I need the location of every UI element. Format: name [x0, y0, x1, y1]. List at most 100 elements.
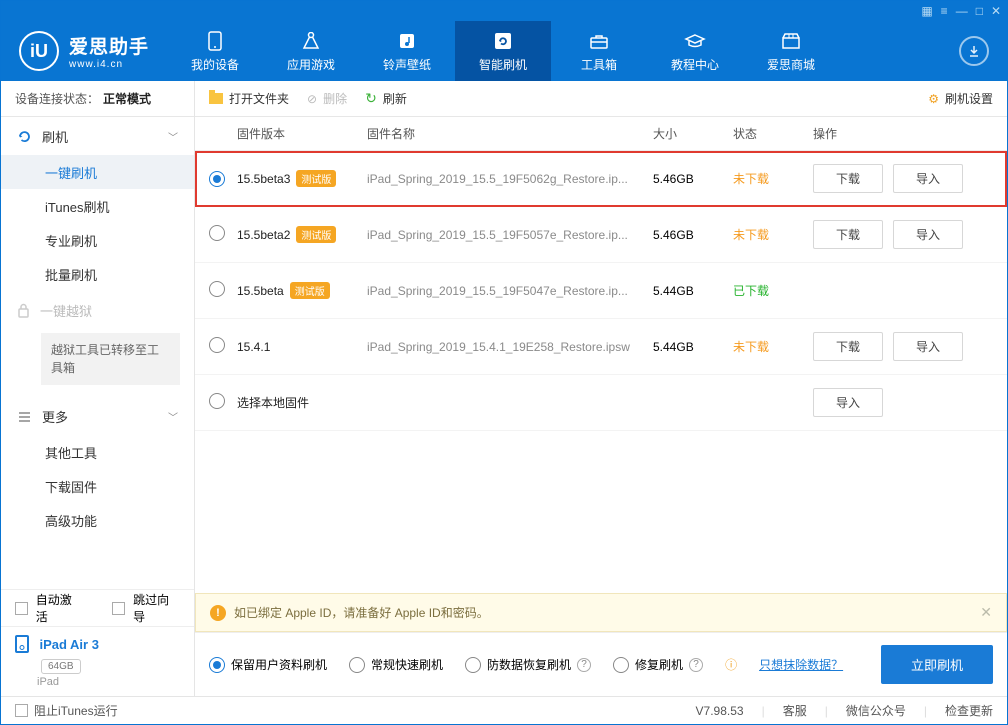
sidebar-item-itunes-flash[interactable]: iTunes刷机 — [1, 189, 194, 223]
apps-icon — [301, 30, 321, 52]
connection-status: 设备连接状态： 正常模式 — [1, 81, 194, 117]
sidebar-item-batch-flash[interactable]: 批量刷机 — [1, 257, 194, 291]
table-row[interactable]: 选择本地固件 导入 — [195, 375, 1007, 431]
firmware-filename: iPad_Spring_2019_15.5_19F5057e_Restore.i… — [367, 228, 653, 242]
sidebar: 设备连接状态： 正常模式 刷机 ﹀ 一键刷机 iTunes刷机 专业刷机 批量刷… — [1, 81, 195, 696]
erase-data-link[interactable]: 只想抹除数据？ — [759, 656, 843, 673]
row-radio[interactable] — [209, 225, 225, 241]
titlebar-menu-icon[interactable]: ≡ — [941, 5, 948, 17]
toolbox-icon — [589, 30, 609, 52]
titlebar-grid-icon[interactable]: ▦ — [921, 5, 932, 17]
row-radio[interactable] — [209, 393, 225, 409]
device-info[interactable]: iPad Air 3 64GB iPad — [1, 626, 194, 696]
radio-icon — [465, 657, 481, 673]
download-button[interactable]: 下载 — [813, 332, 883, 361]
row-radio[interactable] — [209, 171, 225, 187]
sidebar-item-other-tools[interactable]: 其他工具 — [1, 435, 194, 469]
download-button[interactable]: 下载 — [813, 164, 883, 193]
wechat-link[interactable]: 微信公众号 — [846, 702, 906, 719]
sidebar-item-download-firmware[interactable]: 下载固件 — [1, 469, 194, 503]
warning-icon: ! — [210, 605, 226, 621]
flash-settings-button[interactable]: ⚙ 刷机设置 — [928, 90, 993, 107]
radio-icon — [209, 657, 225, 673]
info-icon: ⓘ — [725, 656, 737, 673]
nav-tutorials[interactable]: 教程中心 — [647, 21, 743, 81]
sidebar-item-pro-flash[interactable]: 专业刷机 — [1, 223, 194, 257]
refresh-button[interactable]: ↻ 刷新 — [365, 90, 407, 107]
help-icon[interactable]: ? — [689, 658, 703, 672]
import-button[interactable]: 导入 — [893, 332, 963, 361]
refresh-small-icon — [17, 129, 32, 144]
help-icon[interactable]: ? — [577, 658, 591, 672]
main-nav: 我的设备 应用游戏 铃声壁纸 智能刷机 工具箱 教程中心 爱思商城 — [167, 21, 839, 81]
nav-smart-flash[interactable]: 智能刷机 — [455, 21, 551, 81]
chevron-down-icon: ﹀ — [168, 409, 178, 424]
nav-toolbox[interactable]: 工具箱 — [551, 21, 647, 81]
support-link[interactable]: 客服 — [783, 702, 807, 719]
nav-apps-games[interactable]: 应用游戏 — [263, 21, 359, 81]
nav-ringtones-wallpapers[interactable]: 铃声壁纸 — [359, 21, 455, 81]
open-folder-button[interactable]: 打开文件夹 — [209, 90, 289, 107]
firmware-size: 5.46GB — [653, 172, 733, 186]
auto-activate-checkbox[interactable] — [15, 602, 28, 615]
beta-tag: 测试版 — [296, 170, 336, 187]
table-row[interactable]: 15.5beta测试版 iPad_Spring_2019_15.5_19F504… — [195, 263, 1007, 319]
sidebar-group-more[interactable]: 更多 ﹀ — [1, 397, 194, 435]
row-radio[interactable] — [209, 281, 225, 297]
delete-icon: ⊘ — [307, 92, 317, 106]
menu-icon — [17, 409, 32, 424]
apple-id-notice: ! 如已绑定 Apple ID，请准备好 Apple ID和密码。 ✕ — [195, 593, 1007, 632]
titlebar-minimize[interactable]: — — [956, 5, 968, 17]
row-radio[interactable] — [209, 337, 225, 353]
titlebar-maximize[interactable]: □ — [976, 5, 983, 17]
firmware-status: 已下载 — [733, 282, 813, 299]
notice-close-button[interactable]: ✕ — [980, 604, 992, 621]
firmware-filename: iPad_Spring_2019_15.5_19F5062g_Restore.i… — [367, 172, 653, 186]
titlebar-close[interactable]: ✕ — [991, 5, 1001, 17]
firmware-version: 15.4.1 — [237, 340, 270, 354]
delete-button[interactable]: ⊘ 删除 — [307, 90, 347, 107]
download-button[interactable]: 下载 — [813, 220, 883, 249]
ipad-icon — [15, 635, 29, 653]
firmware-size: 5.46GB — [653, 228, 733, 242]
firmware-table-body: 15.5beta3测试版 iPad_Spring_2019_15.5_19F50… — [195, 151, 1007, 593]
download-indicator[interactable] — [959, 36, 989, 66]
check-update-link[interactable]: 检查更新 — [945, 702, 993, 719]
logo-icon: iU — [19, 31, 59, 71]
table-row[interactable]: 15.5beta3测试版 iPad_Spring_2019_15.5_19F50… — [195, 151, 1007, 207]
firmware-filename: iPad_Spring_2019_15.4.1_19E258_Restore.i… — [367, 340, 653, 354]
import-button[interactable]: 导入 — [893, 164, 963, 193]
firmware-status: 未下载 — [733, 170, 813, 187]
table-row[interactable]: 15.4.1 iPad_Spring_2019_15.4.1_19E258_Re… — [195, 319, 1007, 375]
opt-anti-recovery[interactable]: 防数据恢复刷机 ? — [465, 656, 591, 673]
logo: iU 爱思助手 www.i4.cn — [1, 31, 167, 71]
firmware-size: 5.44GB — [653, 284, 733, 298]
sidebar-item-advanced[interactable]: 高级功能 — [1, 503, 194, 537]
radio-icon — [349, 657, 365, 673]
flash-options: 保留用户资料刷机 常规快速刷机 防数据恢复刷机 ? 修复刷机 ? ⓘ 只想抹除数… — [195, 632, 1007, 696]
flash-now-button[interactable]: 立即刷机 — [881, 645, 993, 684]
chevron-down-icon: ﹀ — [168, 129, 178, 144]
nav-store[interactable]: 爱思商城 — [743, 21, 839, 81]
firmware-filename: iPad_Spring_2019_15.5_19F5047e_Restore.i… — [367, 284, 653, 298]
beta-tag: 测试版 — [290, 282, 330, 299]
beta-tag: 测试版 — [296, 226, 336, 243]
opt-keep-data[interactable]: 保留用户资料刷机 — [209, 656, 327, 673]
import-button[interactable]: 导入 — [893, 220, 963, 249]
firmware-status: 未下载 — [733, 226, 813, 243]
import-button[interactable]: 导入 — [813, 388, 883, 417]
nav-my-device[interactable]: 我的设备 — [167, 21, 263, 81]
table-row[interactable]: 15.5beta2测试版 iPad_Spring_2019_15.5_19F50… — [195, 207, 1007, 263]
sidebar-item-oneclick-flash[interactable]: 一键刷机 — [1, 155, 194, 189]
refresh-icon: ↻ — [365, 90, 377, 107]
firmware-size: 5.44GB — [653, 340, 733, 354]
gear-icon: ⚙ — [928, 92, 939, 106]
jailbreak-note: 越狱工具已转移至工具箱 — [41, 333, 180, 385]
skip-guide-checkbox[interactable] — [112, 602, 125, 615]
radio-icon — [613, 657, 629, 673]
opt-repair-flash[interactable]: 修复刷机 ? — [613, 656, 703, 673]
opt-normal-flash[interactable]: 常规快速刷机 — [349, 656, 443, 673]
block-itunes-checkbox[interactable] — [15, 704, 28, 717]
sidebar-group-flash[interactable]: 刷机 ﹀ — [1, 117, 194, 155]
version-label: V7.98.53 — [696, 704, 744, 718]
